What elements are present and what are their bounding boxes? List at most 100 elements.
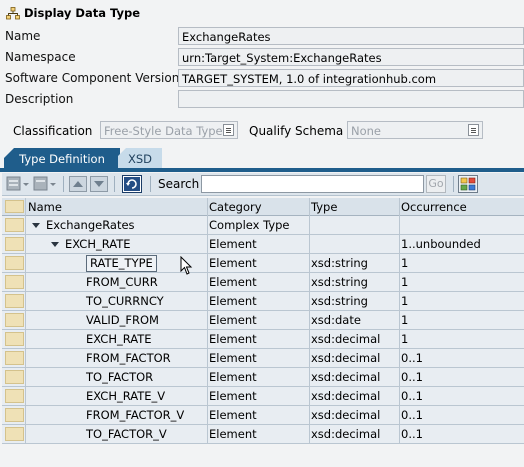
namespace-label: Namespace xyxy=(5,50,76,64)
search-input[interactable] xyxy=(201,175,424,193)
column-header-category[interactable]: Category xyxy=(208,198,310,216)
description-row: Description xyxy=(0,89,524,109)
name-field[interactable]: ExchangeRates xyxy=(178,27,524,45)
swcv-field[interactable]: TARGET_SYSTEM, 1.0 of integrationhub.com xyxy=(178,69,524,87)
name-cell[interactable]: EXCH_RATE_V xyxy=(26,387,208,405)
category-cell[interactable]: Element xyxy=(208,330,310,348)
tab-type-definition[interactable]: Type Definition xyxy=(4,148,120,168)
table-row[interactable]: TO_FACTOR Element xsd:decimal 0..1 xyxy=(2,368,524,387)
row-selector[interactable] xyxy=(2,387,26,405)
occurrence-cell[interactable]: 0..1 xyxy=(400,425,524,443)
row-selector[interactable] xyxy=(2,254,26,272)
name-cell[interactable]: EXCH_RATE xyxy=(26,235,208,253)
move-up-button[interactable] xyxy=(69,175,87,193)
occurrence-cell[interactable]: 1 xyxy=(400,330,524,348)
occurrence-cell[interactable]: 0..1 xyxy=(400,406,524,424)
category-cell[interactable]: Element xyxy=(208,387,310,405)
table-row[interactable]: EXCH_RATE Element xsd:decimal 1 xyxy=(2,330,524,349)
table-row[interactable]: FROM_FACTOR_V Element xsd:decimal 0..1 xyxy=(2,406,524,425)
row-selector[interactable] xyxy=(2,235,26,253)
type-cell[interactable]: xsd:decimal xyxy=(310,330,400,348)
qualify-schema-value: None xyxy=(351,124,382,138)
category-cell[interactable]: Complex Type xyxy=(208,216,310,234)
classification-dropdown[interactable]: Free-Style Data Type xyxy=(100,121,238,139)
name-cell[interactable]: ExchangeRates xyxy=(26,216,208,234)
name-cell[interactable]: VALID_FROM xyxy=(26,311,208,329)
go-button[interactable]: Go xyxy=(426,175,446,193)
table-row[interactable]: ExchangeRates Complex Type xyxy=(2,216,524,235)
name-cell[interactable]: EXCH_RATE xyxy=(26,330,208,348)
row-selector[interactable] xyxy=(2,273,26,291)
occurrence-cell[interactable] xyxy=(400,216,524,234)
qualify-schema-dropdown[interactable]: None xyxy=(347,121,483,139)
type-cell[interactable]: xsd:decimal xyxy=(310,425,400,443)
header-selector[interactable] xyxy=(2,198,26,216)
occurrence-cell[interactable]: 1 xyxy=(400,254,524,272)
table-row[interactable]: EXCH_RATE_V Element xsd:decimal 0..1 xyxy=(2,387,524,406)
type-cell[interactable]: xsd:decimal xyxy=(310,349,400,367)
description-field[interactable] xyxy=(178,90,524,108)
table-row[interactable]: RATE_TYPE Element xsd:string 1 xyxy=(2,254,524,273)
type-cell[interactable]: xsd:decimal xyxy=(310,406,400,424)
name-cell[interactable]: TO_FACTOR xyxy=(26,368,208,386)
node-name: TO_FACTOR xyxy=(86,370,154,384)
type-cell[interactable]: xsd:string xyxy=(310,273,400,291)
toolbar-separator xyxy=(114,176,115,192)
row-selector[interactable] xyxy=(2,368,26,386)
table-row[interactable]: TO_CURRNCY Element xsd:string 1 xyxy=(2,292,524,311)
occurrence-cell[interactable]: 0..1 xyxy=(400,387,524,405)
row-selector[interactable] xyxy=(2,406,26,424)
category-cell[interactable]: Element xyxy=(208,235,310,253)
category-cell[interactable]: Element xyxy=(208,254,310,272)
category-cell[interactable]: Element xyxy=(208,368,310,386)
type-cell[interactable] xyxy=(310,216,400,234)
table-row[interactable]: TO_FACTOR_V Element xsd:decimal 0..1 xyxy=(2,425,524,444)
type-cell[interactable]: xsd:decimal xyxy=(310,368,400,386)
category-cell[interactable]: Element xyxy=(208,349,310,367)
occurrence-cell[interactable]: 1 xyxy=(400,292,524,310)
type-cell[interactable]: xsd:decimal xyxy=(310,387,400,405)
delete-row-button[interactable] xyxy=(33,175,59,193)
row-selector[interactable] xyxy=(2,311,26,329)
occurrence-cell[interactable]: 0..1 xyxy=(400,368,524,386)
column-header-occurrence[interactable]: Occurrence xyxy=(400,198,524,216)
expand-caret-icon[interactable] xyxy=(32,222,40,228)
dropdown-list-icon[interactable] xyxy=(468,124,479,136)
category-cell[interactable]: Element xyxy=(208,273,310,291)
row-selector[interactable] xyxy=(2,216,26,234)
column-header-type[interactable]: Type xyxy=(310,198,400,216)
occurrence-cell[interactable]: 1 xyxy=(400,273,524,291)
name-cell[interactable]: TO_CURRNCY xyxy=(26,292,208,310)
type-cell[interactable]: xsd:string xyxy=(310,254,400,272)
category-cell[interactable]: Element xyxy=(208,311,310,329)
name-cell[interactable]: FROM_FACTOR_V xyxy=(26,406,208,424)
row-selector[interactable] xyxy=(2,330,26,348)
name-cell[interactable]: TO_FACTOR_V xyxy=(26,425,208,443)
move-down-button[interactable] xyxy=(90,175,108,193)
occurrence-cell[interactable]: 1 xyxy=(400,311,524,329)
row-selector[interactable] xyxy=(2,349,26,367)
table-row[interactable]: VALID_FROM Element xsd:date 1 xyxy=(2,311,524,330)
table-row[interactable]: FROM_CURR Element xsd:string 1 xyxy=(2,273,524,292)
category-cell[interactable]: Element xyxy=(208,425,310,443)
table-row[interactable]: FROM_FACTOR Element xsd:decimal 0..1 xyxy=(2,349,524,368)
insert-row-button[interactable] xyxy=(6,175,32,193)
tab-xsd[interactable]: XSD xyxy=(118,148,162,168)
column-header-name[interactable]: Name xyxy=(26,198,208,216)
occurrence-cell[interactable]: 1..unbounded xyxy=(400,235,524,253)
table-settings-icon[interactable] xyxy=(458,175,478,193)
row-selector[interactable] xyxy=(2,292,26,310)
type-cell[interactable]: xsd:date xyxy=(310,311,400,329)
dropdown-list-icon[interactable] xyxy=(223,124,234,136)
refresh-icon[interactable] xyxy=(122,175,142,193)
namespace-field[interactable]: urn:Target_System:ExchangeRates xyxy=(178,48,524,66)
table-row[interactable]: EXCH_RATE Element 1..unbounded xyxy=(2,235,524,254)
row-selector[interactable] xyxy=(2,425,26,443)
type-cell[interactable]: xsd:string xyxy=(310,292,400,310)
name-cell[interactable]: FROM_FACTOR xyxy=(26,349,208,367)
expand-caret-icon[interactable] xyxy=(51,241,59,247)
category-cell[interactable]: Element xyxy=(208,406,310,424)
occurrence-cell[interactable]: 0..1 xyxy=(400,349,524,367)
type-cell[interactable] xyxy=(310,235,400,253)
category-cell[interactable]: Element xyxy=(208,292,310,310)
